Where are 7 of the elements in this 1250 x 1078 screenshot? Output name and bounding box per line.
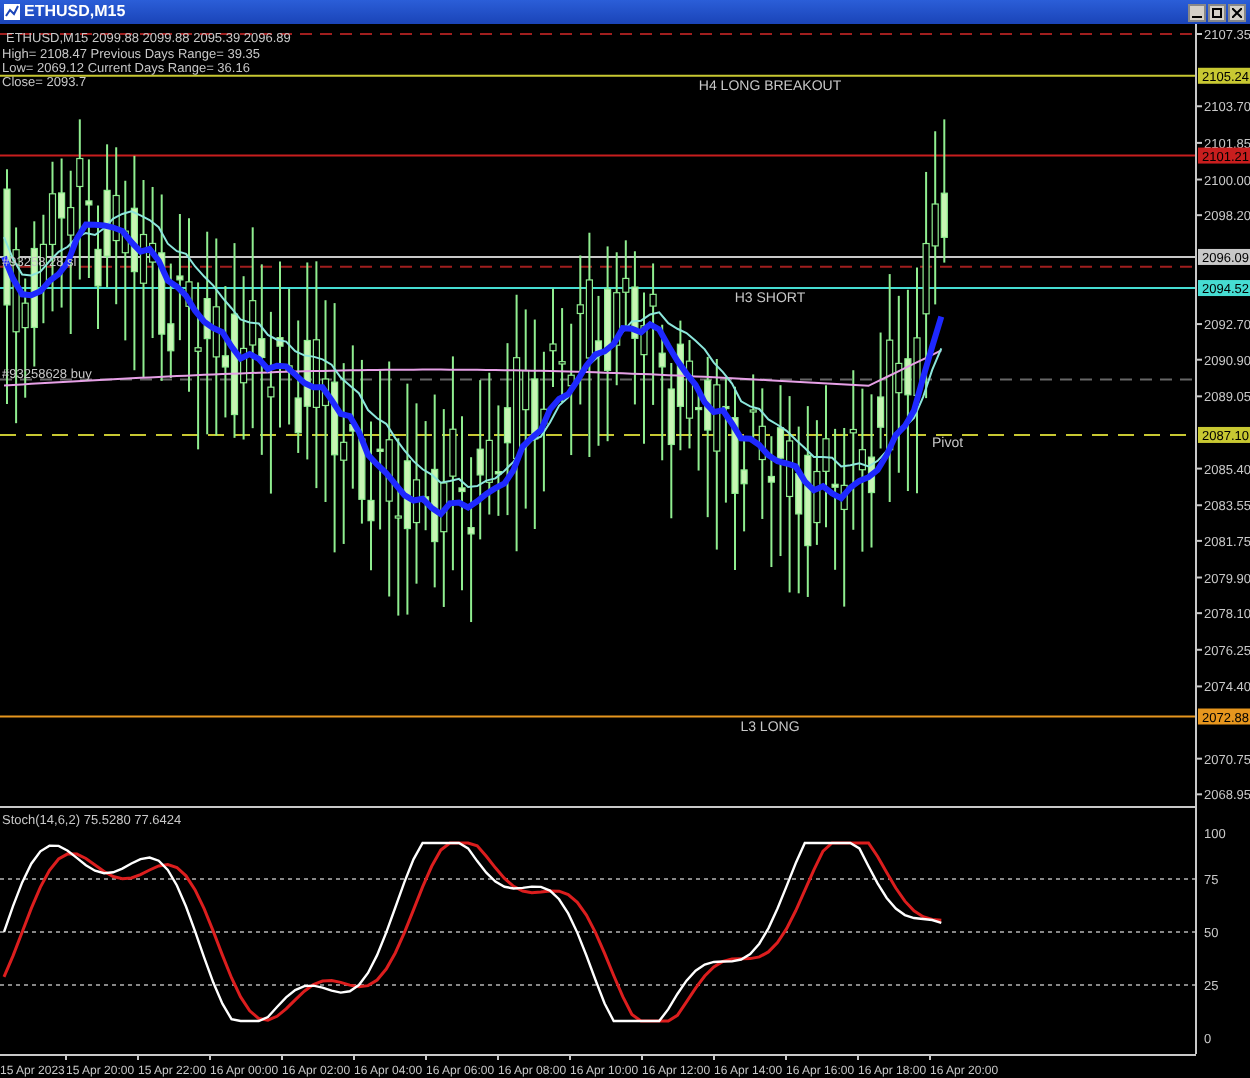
minimize-button[interactable] — [1188, 3, 1206, 21]
maximize-icon — [1212, 7, 1222, 17]
maximize-button[interactable] — [1208, 3, 1226, 21]
window-title: ETHUSD,M15 — [24, 0, 126, 24]
close-button[interactable] — [1228, 3, 1246, 21]
close-icon — [1232, 7, 1242, 17]
chart-icon — [4, 4, 20, 20]
